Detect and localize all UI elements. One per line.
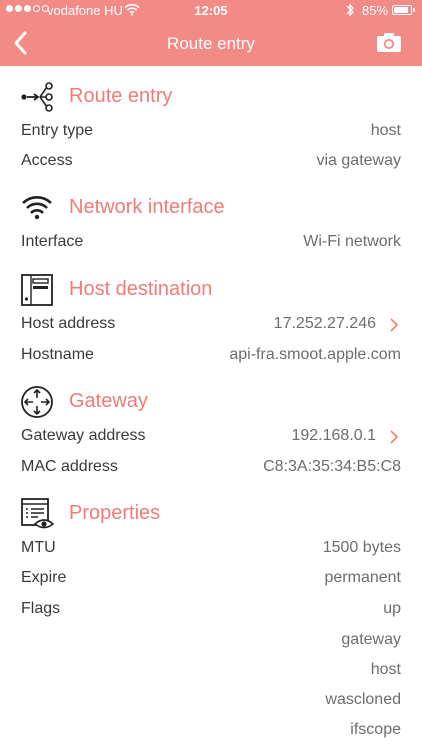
section-title: Network interface (69, 196, 225, 218)
row-label: Entry type (21, 122, 94, 139)
chevron-right-icon (390, 318, 399, 332)
router-arrows-icon (21, 386, 53, 418)
hostname-row: Hostname api-fra.smoot.apple.com (0, 341, 422, 371)
row-label: Flags (21, 600, 61, 617)
access-row: Access via gateway (0, 147, 422, 177)
flag-value: up (383, 600, 401, 617)
camera-button[interactable] (376, 31, 402, 53)
section-title: Route entry (69, 85, 173, 107)
row-label: Expire (21, 569, 67, 586)
battery-icon (392, 5, 415, 15)
row-value: api-fra.smoot.apple.com (229, 346, 401, 363)
section-network-interface-header: Network interface (0, 189, 422, 229)
flag-row: wascloned (0, 686, 422, 716)
server-icon (21, 274, 53, 306)
section-host-destination-header: Host destination (0, 271, 422, 311)
flags-row: Flags up (0, 595, 422, 625)
section-title: Properties (69, 502, 161, 524)
section-properties-header: Properties (0, 495, 422, 535)
section-route-entry-header: Route entry (0, 78, 422, 118)
battery-percent: 85% (362, 3, 389, 18)
row-label: Gateway address (21, 427, 146, 444)
row-label: Host address (21, 315, 116, 332)
row-value: 192.168.0.1 (291, 427, 376, 444)
flag-row: gateway (0, 626, 422, 656)
mac-address-row: MAC address C8:3A:35:34:B5:C8 (0, 453, 422, 483)
row-label: Access (21, 152, 73, 169)
row-label: Interface (21, 233, 84, 250)
flag-row: host (0, 656, 422, 686)
flag-value: wascloned (325, 691, 401, 708)
route-nodes-icon (21, 82, 53, 112)
row-value: 17.252.27.246 (273, 315, 376, 332)
section-title: Gateway (69, 390, 148, 412)
row-value: permanent (324, 569, 402, 586)
wifi-icon (22, 196, 52, 220)
chevron-right-icon (390, 430, 399, 444)
section-title: Host destination (69, 278, 213, 300)
bluetooth-icon (346, 3, 354, 17)
row-label: Hostname (21, 346, 94, 363)
flag-value: host (370, 661, 401, 678)
document-eye-icon (21, 498, 54, 529)
row-label: MTU (21, 539, 56, 556)
entry-type-row: Entry type host (0, 117, 422, 147)
row-value: C8:3A:35:34:B5:C8 (263, 458, 401, 475)
flag-value: ifscope (350, 721, 401, 738)
host-address-row[interactable]: Host address 17.252.27.246 (0, 310, 422, 340)
flag-row: ifscope (0, 716, 422, 746)
row-label: MAC address (21, 458, 118, 475)
status-bar: vodafone HU 12:05 85% (0, 0, 422, 22)
page-title: Route entry (167, 34, 255, 53)
row-value: Wi-Fi network (303, 233, 401, 250)
clock: 12:05 (194, 3, 228, 18)
gateway-address-row[interactable]: Gateway address 192.168.0.1 (0, 422, 422, 452)
expire-row: Expire permanent (0, 564, 422, 594)
row-value: 1500 bytes (322, 539, 401, 556)
row-value: host (370, 122, 401, 139)
mtu-row: MTU 1500 bytes (0, 534, 422, 564)
flag-value: gateway (341, 631, 401, 648)
row-value: via gateway (316, 152, 402, 169)
navigation-bar: vodafone HU 12:05 85% Route entry (0, 0, 422, 66)
section-gateway-header: Gateway (0, 383, 422, 423)
interface-row: Interface Wi-Fi network (0, 228, 422, 258)
